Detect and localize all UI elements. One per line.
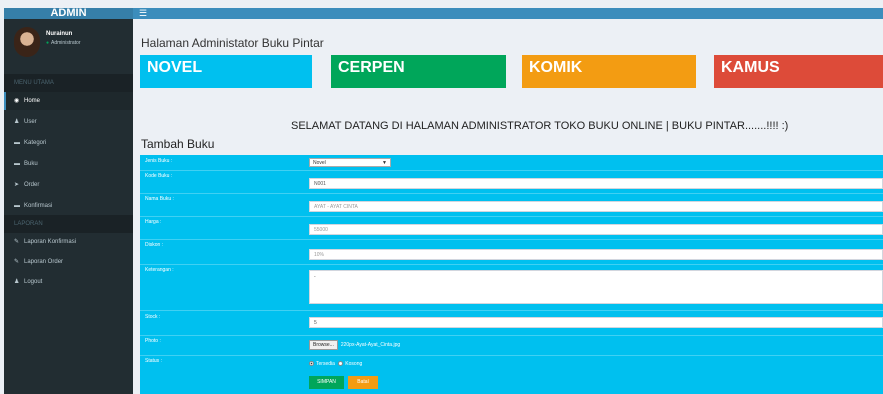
avatar [14, 27, 40, 57]
nama-buku-input[interactable]: AYAT - AYAT CINTA [309, 201, 883, 212]
sidebar-item-label: Kategori [24, 140, 47, 146]
sidebar-item-order[interactable]: ➤ Order [4, 176, 133, 194]
sidebar-item-laporan-konfirmasi[interactable]: ✎ Laporan Konfirmasi [4, 233, 133, 251]
send-icon: ➤ [14, 182, 20, 188]
sidebar-item-label: Laporan Order [24, 259, 64, 265]
diskon-label: Diskon : [145, 242, 164, 248]
user-icon: ♟ [14, 119, 20, 125]
sidebar-item-buku[interactable]: ▬ Buku [4, 155, 133, 173]
edit-icon: ✎ [14, 239, 20, 245]
page-title: Halaman Administator Buku Pintar [141, 36, 324, 50]
photo-filename: 220px-Ayat-Ayat_Cinta.jpg [340, 342, 401, 348]
welcome-message: SELAMAT DATANG DI HALAMAN ADMINISTRATOR … [291, 120, 789, 132]
form-row-photo: Photo : Browse... 220px-Ayat-Ayat_Cinta.j… [140, 335, 883, 356]
jenis-buku-label: Jenis Buku : [145, 158, 173, 164]
chevron-down-icon: ▼ [382, 160, 387, 166]
sidebar-item-logout[interactable]: ♟ Logout [4, 273, 133, 291]
form-row-keterangan: Keterangan : - [140, 264, 883, 311]
photo-label: Photo : [145, 338, 161, 344]
category-cerpen[interactable]: CERPEN [331, 55, 506, 88]
sidebar-item-label: User [24, 119, 37, 125]
jenis-buku-select[interactable]: Novel ▼ [309, 158, 391, 167]
sidebar: Nurainun ● Administrator MENU UTAMA ◉ Home… [4, 19, 133, 394]
user-status: ● Administrator [46, 40, 80, 46]
user-icon: ♟ [14, 279, 20, 285]
sidebar-item-user[interactable]: ♟ User [4, 113, 133, 131]
user-name: Nurainun [46, 31, 73, 37]
category-novel[interactable]: NOVEL [140, 55, 312, 88]
sidebar-item-home[interactable]: ◉ Home [4, 92, 133, 110]
add-book-form: Jenis Buku : Novel ▼ Kode Buku : N001 Na… [140, 155, 883, 394]
folder-icon: ▬ [14, 140, 20, 146]
form-row-harga: Harga : 55000 [140, 216, 883, 240]
menu-header-laporan: LAPORAN [4, 215, 133, 233]
form-row-stock: Stock : 5 [140, 310, 883, 336]
top-navbar: ☰ [133, 8, 883, 19]
status-radio-group: Tersedia Kosong [309, 361, 362, 367]
save-button[interactable]: SIMPAN [309, 376, 344, 389]
form-row-status: Status : Tersedia Kosong SIMPAN Batal [140, 355, 883, 394]
category-komik[interactable]: KOMIK [522, 55, 696, 88]
harga-input[interactable]: 55000 [309, 224, 883, 235]
kode-buku-label: Kode Buku : [145, 173, 173, 179]
dashboard-icon: ◉ [14, 98, 20, 104]
keterangan-textarea[interactable]: - [309, 270, 883, 304]
brand-logo[interactable]: ADMIN [4, 8, 133, 19]
user-panel: Nurainun ● Administrator [4, 19, 133, 63]
jenis-buku-value: Novel [313, 160, 326, 166]
form-row-jenis: Jenis Buku : Novel ▼ [140, 155, 883, 171]
edit-icon: ✎ [14, 259, 20, 265]
nama-buku-label: Nama Buku : [145, 196, 174, 202]
stock-input[interactable]: 5 [309, 317, 883, 328]
keterangan-label: Keterangan : [145, 267, 174, 273]
online-dot-icon: ● [46, 40, 50, 46]
kode-buku-input[interactable]: N001 [309, 178, 883, 189]
hamburger-icon[interactable]: ☰ [139, 9, 147, 18]
form-row-kode: Kode Buku : N001 [140, 170, 883, 194]
cancel-button[interactable]: Batal [348, 376, 378, 389]
sidebar-item-label: Home [24, 98, 41, 104]
status-label: Status : [145, 358, 162, 364]
harga-label: Harga : [145, 219, 162, 225]
radio-kosong-label: Kosong [345, 361, 363, 367]
sidebar-item-label: Buku [24, 161, 38, 167]
sidebar-item-konfirmasi[interactable]: ▬ Konfirmasi [4, 197, 133, 215]
photo-file-input[interactable]: Browse... 220px-Ayat-Ayat_Cinta.jpg [309, 340, 400, 350]
sidebar-item-label: Order [24, 182, 40, 188]
section-title: Tambah Buku [141, 137, 215, 151]
sidebar-item-label: Logout [24, 279, 43, 285]
radio-tersedia-label: Tersedia [316, 361, 335, 367]
form-row-diskon: Diskon : 10% [140, 239, 883, 265]
stock-label: Stock : [145, 314, 161, 320]
diskon-input[interactable]: 10% [309, 249, 883, 260]
folder-icon: ▬ [14, 161, 20, 167]
user-status-label: Administrator [51, 40, 81, 46]
radio-kosong[interactable] [338, 361, 344, 367]
sidebar-item-kategori[interactable]: ▬ Kategori [4, 134, 133, 152]
sidebar-item-label: Laporan Konfirmasi [24, 239, 77, 245]
sidebar-item-label: Konfirmasi [24, 203, 53, 209]
radio-tersedia[interactable] [309, 361, 314, 367]
folder-icon: ▬ [14, 203, 20, 209]
category-kamus[interactable]: KAMUS [714, 55, 883, 88]
sidebar-item-laporan-order[interactable]: ✎ Laporan Order [4, 253, 133, 271]
browse-button[interactable]: Browse... [309, 340, 338, 350]
menu-header-utama: MENU UTAMA [4, 74, 133, 92]
form-row-nama: Nama Buku : AYAT - AYAT CINTA [140, 193, 883, 217]
